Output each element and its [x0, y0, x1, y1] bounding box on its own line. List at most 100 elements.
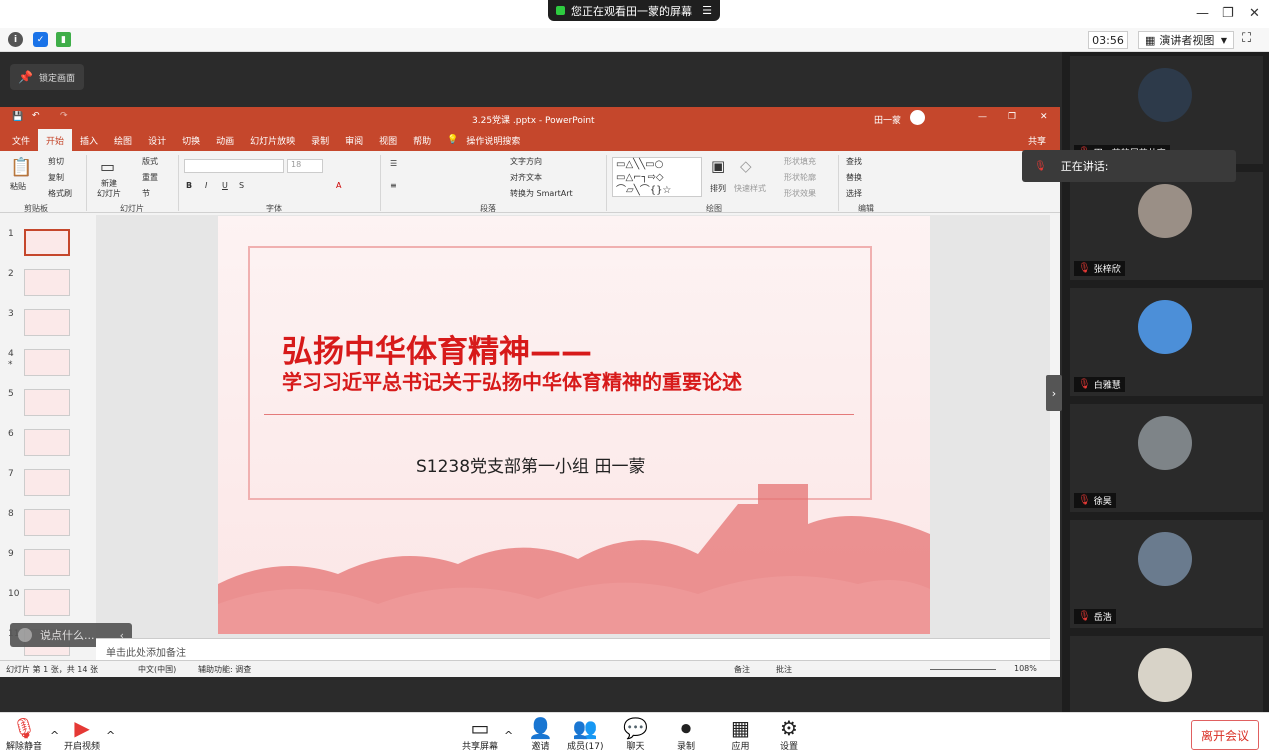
notes-button[interactable]: 备注	[734, 664, 750, 675]
tab-help[interactable]: 帮助	[405, 129, 439, 151]
zoom-slider[interactable]	[930, 669, 996, 670]
tab-review[interactable]: 审阅	[337, 129, 371, 151]
close-icon[interactable]: ✕	[1249, 6, 1260, 21]
participant-tile[interactable]: 🎙 徐昊	[1070, 404, 1263, 512]
info-icon[interactable]: i	[8, 32, 23, 47]
select-button[interactable]: 选择	[846, 188, 862, 199]
notes-pane[interactable]: 单击此处添加备注	[96, 638, 1050, 660]
slide-thumbnail[interactable]	[24, 349, 70, 376]
slide-thumbnail[interactable]	[24, 309, 70, 336]
tab-draw[interactable]: 绘图	[106, 129, 140, 151]
settings-button[interactable]: ⚙ 设置	[780, 717, 798, 752]
cut-button[interactable]: 剪切	[48, 156, 64, 167]
slide-thumbnail[interactable]	[24, 509, 70, 536]
font-family-select[interactable]	[184, 159, 284, 173]
redo-icon[interactable]: ↷	[60, 111, 68, 121]
share-options-chevron-icon[interactable]: ^	[504, 729, 513, 742]
replace-button[interactable]: 替换	[846, 172, 862, 183]
slide-thumbnail[interactable]	[24, 589, 70, 616]
chat-button[interactable]: 💬 聊天	[623, 717, 648, 752]
paste-icon[interactable]: 📋	[10, 157, 32, 178]
find-button[interactable]: 查找	[846, 156, 862, 167]
signal-icon[interactable]: ▮	[56, 32, 71, 47]
quick-styles-button[interactable]: 快速样式	[734, 183, 766, 194]
tab-file[interactable]: 文件	[4, 129, 38, 151]
slide-thumbnail[interactable]	[24, 429, 70, 456]
shape-outline-button[interactable]: 形状轮廓	[784, 172, 816, 183]
members-button[interactable]: 👥 成员(17)	[567, 717, 603, 752]
shape-fill-button[interactable]: 形状填充	[784, 156, 816, 167]
section-button[interactable]: 节	[142, 188, 150, 199]
slide-thumbnail[interactable]	[24, 269, 70, 296]
apps-button[interactable]: ▦ 应用	[731, 717, 750, 752]
copy-button[interactable]: 复制	[48, 172, 64, 183]
tab-record[interactable]: 录制	[303, 129, 337, 151]
record-button[interactable]: ⏺ 录制	[677, 717, 695, 752]
leave-meeting-button[interactable]: 离开会议	[1191, 720, 1259, 750]
bold-icon[interactable]: B	[186, 181, 192, 190]
layout-button[interactable]: 版式	[142, 156, 158, 167]
tab-view[interactable]: 视图	[371, 129, 405, 151]
slide-thumbnail[interactable]	[24, 469, 70, 496]
font-color-icon[interactable]: A	[336, 181, 341, 190]
audio-options-chevron-icon[interactable]: ^	[50, 729, 59, 742]
fullscreen-icon[interactable]: ⛶	[1242, 31, 1251, 46]
participant-tile[interactable]: 🎙 白雅慧	[1070, 288, 1263, 396]
accessibility-indicator[interactable]: 辅助功能: 调查	[198, 664, 251, 675]
invite-button[interactable]: 👤 邀请	[528, 717, 553, 752]
shapes-gallery[interactable]: ▭△╲╲▭○ ▭△⌐┐⇨◇ ⌒▱╲⌒{}☆	[612, 157, 702, 197]
undo-icon[interactable]: ↶	[32, 111, 40, 121]
share-screen-button[interactable]: ▭ 共享屏幕	[462, 717, 498, 752]
tab-insert[interactable]: 插入	[72, 129, 106, 151]
slide-thumbnail[interactable]	[24, 229, 70, 256]
zoom-level[interactable]: 108%	[1014, 664, 1037, 673]
italic-icon[interactable]: I	[205, 181, 207, 190]
tab-animations[interactable]: 动画	[208, 129, 242, 151]
shadow-icon[interactable]: S	[239, 181, 244, 190]
ppt-share-button[interactable]: 共享	[1028, 134, 1046, 147]
format-painter-button[interactable]: 格式刷	[48, 188, 72, 199]
comments-button[interactable]: 批注	[776, 664, 792, 675]
new-slide-button[interactable]: 新建 幻灯片	[94, 179, 124, 199]
tab-slideshow[interactable]: 幻灯片放映	[242, 129, 303, 151]
tab-transitions[interactable]: 切换	[174, 129, 208, 151]
banner-menu-icon[interactable]: ☰	[702, 4, 712, 17]
paste-label[interactable]: 粘贴	[10, 181, 26, 192]
align-left-icon[interactable]: ≡	[390, 181, 397, 190]
start-video-button[interactable]: ▶ 开启视频	[64, 717, 100, 752]
participant-tile[interactable]: 🎙 岳浩	[1070, 520, 1263, 628]
current-slide[interactable]: 弘扬中华体育精神—— 学习习近平总书记关于弘扬中华体育精神的重要论述 S1238…	[218, 216, 930, 634]
speaker-view-button[interactable]: ▦ 演讲者视图 ▼	[1138, 31, 1234, 49]
ppt-restore-icon[interactable]: ❐	[1008, 112, 1016, 122]
restore-icon[interactable]: ❐	[1222, 6, 1234, 21]
unmute-button[interactable]: 🎙 解除静音	[6, 717, 42, 752]
screen-share-banner[interactable]: 您正在观看田一蒙的屏幕 ☰	[548, 0, 720, 21]
lock-screen-button[interactable]: 📌 锁定画面	[10, 64, 84, 90]
tab-design[interactable]: 设计	[140, 129, 174, 151]
shape-effects-button[interactable]: 形状效果	[784, 188, 816, 199]
participant-tile[interactable]: 🎙田一蒙的屏幕共享	[1070, 56, 1263, 164]
bullets-icon[interactable]: ☰	[390, 159, 397, 168]
minimize-icon[interactable]: —	[1196, 6, 1209, 21]
ppt-close-icon[interactable]: ✕	[1040, 112, 1048, 122]
user-avatar-icon[interactable]	[910, 110, 925, 125]
collapse-sidebar-button[interactable]: ›	[1046, 375, 1062, 411]
participant-tile[interactable]: 🎙 张梓欣	[1070, 172, 1263, 280]
save-icon[interactable]: 💾	[12, 112, 23, 122]
quick-styles-icon[interactable]: ◇	[740, 157, 752, 175]
align-text-button[interactable]: 对齐文本	[510, 172, 542, 183]
text-direction-button[interactable]: 文字方向	[510, 156, 542, 167]
ppt-minimize-icon[interactable]: —	[978, 112, 987, 122]
arrange-icon[interactable]: ▣	[711, 157, 725, 175]
reset-button[interactable]: 重置	[142, 172, 158, 183]
new-slide-icon[interactable]: ▭	[100, 157, 115, 176]
arrange-button[interactable]: 排列	[710, 183, 726, 194]
slide-thumbnail[interactable]	[24, 389, 70, 416]
tell-me-search[interactable]: 操作说明搜索	[466, 134, 520, 147]
tab-home[interactable]: 开始	[38, 129, 73, 151]
underline-icon[interactable]: U	[222, 181, 228, 190]
smartart-button[interactable]: 转换为 SmartArt	[510, 188, 573, 199]
slide-thumbnail[interactable]	[24, 549, 70, 576]
font-size-select[interactable]: 18	[287, 159, 323, 173]
security-shield-icon[interactable]: ✓	[33, 32, 48, 47]
